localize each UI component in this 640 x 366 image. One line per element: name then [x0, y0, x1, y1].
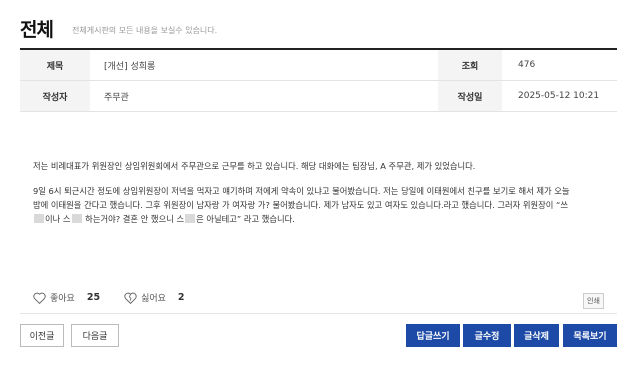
like-button[interactable]: 좋아요 25	[33, 291, 100, 304]
dislike-button[interactable]: 싫어요 2	[124, 291, 185, 304]
body-line: 이나 스 하는거야? 결혼 안 했으니 스 은 아닐테고” 라고 했습니다.	[33, 212, 613, 226]
subject-value: [개선] 성희롱	[104, 61, 156, 72]
masked-text	[185, 214, 196, 223]
post-body: 저는 비례대표가 위원장인 상임위원회에서 주무관으로 근무를 하고 있습니다.…	[33, 159, 613, 226]
edit-button[interactable]: 글수정	[463, 324, 511, 347]
body-paragraph-2: 9일 6시 퇴근시간 정도에 상임위원장이 저녁을 먹자고 얘기하며 저에게 약…	[33, 184, 613, 226]
body-text-segment: 이나 스	[45, 214, 71, 224]
body-line: 밤에 이태원을 간다고 했습니다. 그후 위원장이 남자랑 가 여자랑 가? 물…	[33, 200, 568, 210]
body-paragraph-1: 저는 비례대표가 위원장인 상임위원회에서 주무관으로 근무를 하고 있습니다.…	[33, 161, 476, 171]
views-value: 476	[518, 60, 536, 70]
author-value: 주무관	[104, 92, 129, 103]
like-label: 좋아요	[50, 294, 75, 304]
masked-text	[34, 214, 44, 223]
list-button[interactable]: 목록보기	[563, 324, 617, 347]
page-description: 전체게시판의 모든 내용을 보실수 있습니다.	[72, 26, 218, 35]
body-text-segment: 은 아닐테고” 라고 했습니다.	[196, 214, 295, 224]
like-count: 25	[86, 292, 101, 303]
date-label: 작성일	[438, 81, 502, 111]
page-title: 전체	[20, 19, 54, 41]
info-row-subject: 제목 [개선] 성희롱 조회 476	[20, 50, 617, 81]
dislike-label: 싫어요	[141, 294, 166, 304]
post-info-table: 제목 [개선] 성희롱 조회 476 작성자 주무관 작성일 2025-05-1…	[20, 50, 617, 112]
broken-heart-icon	[124, 292, 137, 304]
body-line: 9일 6시 퇴근시간 정도에 상임위원장이 저녁을 먹자고 얘기하며 저에게 약…	[33, 186, 570, 196]
body-text-segment: 하는거야? 결혼 안 했으니 스	[82, 214, 185, 224]
delete-button[interactable]: 글삭제	[514, 324, 559, 347]
author-label: 작성자	[20, 81, 90, 111]
print-button[interactable]: 인쇄	[583, 293, 604, 309]
next-post-button[interactable]: 다음글	[71, 324, 119, 347]
masked-text	[71, 214, 82, 223]
footer-divider	[20, 313, 617, 314]
reply-button[interactable]: 답글쓰기	[406, 324, 460, 347]
subject-label: 제목	[20, 50, 90, 80]
dislike-count: 2	[177, 292, 185, 303]
views-label: 조회	[438, 50, 502, 80]
heart-icon	[33, 292, 46, 304]
info-row-author: 작성자 주무관 작성일 2025-05-12 10:21	[20, 81, 617, 112]
prev-post-button[interactable]: 이전글	[20, 324, 64, 347]
reactions-bar: 좋아요 25 싫어요 2	[33, 291, 209, 304]
date-value: 2025-05-12 10:21	[518, 91, 600, 101]
